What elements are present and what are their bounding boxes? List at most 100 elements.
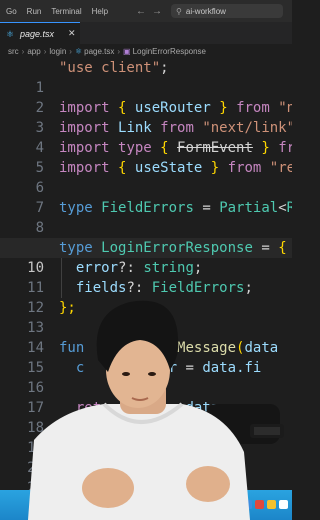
token-property: .fi [236,360,262,376]
token-keyword: fun [59,340,85,356]
code-line[interactable]: 9 [0,218,292,256]
token-keyword: import [59,120,110,136]
token-brace: { [118,100,127,116]
tsx-file-icon: ⚛ [74,46,83,56]
token-operator: ?: [118,260,135,276]
token-operator: = [202,200,211,216]
menu-help[interactable]: Help [87,7,113,16]
token-keyword: n [168,440,178,456]
breadcrumb-src[interactable]: src [8,47,19,56]
breadcrumb: src › app › login › ⚛ page.tsx › ▣ Login… [0,44,292,58]
token-brace: }; [59,300,76,316]
menu-bar: Go Run Terminal Help ← → ⚲ ai-workflow [0,0,292,23]
chevron-right-icon: › [69,46,72,56]
token-semicolon: ; [160,60,169,76]
menu-run[interactable]: Run [22,7,47,16]
tab-bar: ⚛ page.tsx ✕ [0,22,292,45]
breadcrumb-symbol[interactable]: LoginErrorResponse [133,47,206,56]
code-line-active[interactable]: 10 type LoginErrorResponse = { [0,238,292,276]
code-editor[interactable]: 1 "use client"; 2 3 import { useRouter }… [0,58,292,520]
token-identifier: Link [118,120,152,136]
code-line[interactable]: 8 type FieldErrors = Partial<Re [0,198,292,236]
forward-arrow-icon[interactable]: → [149,6,165,17]
token-property: fields [75,280,127,296]
token-semicolon: ; [244,280,253,296]
code-line[interactable]: 12 fields?: FieldErrors; [0,278,292,316]
code-line[interactable]: 6 import { useState } from "re [0,158,292,196]
token-string: "use client" [59,60,161,76]
code-line[interactable]: 3 import { useRouter } from "ne [0,98,292,136]
tray-app-icon[interactable] [255,500,264,509]
token-string: "next/link" [202,120,292,136]
token-type: FieldErrors [151,280,245,296]
token-type: LoginErrorResponse [101,240,253,256]
code-line[interactable]: 14 [0,318,292,356]
tray-app-icon[interactable] [243,500,252,509]
tsx-file-icon: ⚛ [6,28,15,39]
token-operator: = [261,240,270,256]
token-keyword: import [59,160,110,176]
breadcrumb-login[interactable]: login [49,47,66,56]
code-line[interactable]: 4 import Link from "next/link" [0,118,292,156]
token-keyword: type [59,200,93,216]
tray-app-icon[interactable] [267,500,276,509]
token-type: FieldErrors [101,200,194,216]
tab-page-tsx[interactable]: ⚛ page.tsx ✕ [0,22,80,44]
symbol-type-icon: ▣ [123,46,131,56]
token-property: error [75,260,119,276]
token-keyword: type [118,140,152,156]
menu-terminal[interactable]: Terminal [46,7,86,16]
token-keyword: import [59,140,110,156]
code-line[interactable]: 11 error?: string; [0,258,292,296]
code-line[interactable]: 5 import type { FormEvent } fr [0,138,292,176]
system-tray [231,500,288,509]
token-identifier: useState [134,160,203,176]
code-line[interactable]: 18 ret data [0,398,292,436]
back-arrow-icon[interactable]: ← [133,6,149,17]
code-line[interactable]: 20 n Login [0,438,292,476]
code-line[interactable]: 7 [0,178,292,216]
breadcrumb-app[interactable]: app [27,47,40,56]
tray-app-icon[interactable] [231,500,240,509]
search-text: ai-workflow [185,6,226,16]
code-line[interactable]: 21 uter() [0,458,292,496]
token-type: string [143,260,194,276]
token-operator: ?: [126,280,144,296]
search-icon: ⚲ [176,6,182,16]
token-function: Login [185,440,228,456]
token-keyword: type [59,240,93,256]
token-string: "ne [278,100,292,116]
token-parameter: data [244,340,279,356]
chevron-right-icon: › [21,46,25,56]
token-identifier: data [202,360,237,376]
token-keyword: fr [278,140,292,156]
code-line[interactable]: 13 }; [0,298,292,336]
token-brace: } [261,140,270,156]
token-keyword: from [160,120,194,136]
close-icon[interactable]: ✕ [68,28,76,39]
token-deprecated: FormEvent [177,140,253,156]
token-brace: { [118,160,127,176]
token-semicolon: ; [193,260,203,276]
code-line[interactable]: 17 [0,378,292,416]
code-line[interactable]: 15 fun rrorMessage(data [0,338,292,376]
token-keyword: from [227,160,262,176]
tab-label: page.tsx [20,28,55,39]
token-brace: { [160,140,169,156]
token-type: Partial [219,200,279,216]
code-line[interactable]: 16 c Error = data.fi [0,358,292,396]
chevron-right-icon: › [43,46,47,56]
menu-go[interactable]: Go [0,7,22,16]
tray-app-icon[interactable] [279,500,288,509]
code-line[interactable]: 19 [0,418,292,456]
token-brace: } [219,100,228,116]
token-keyword: ret [75,400,102,416]
token-function: uter() [185,460,237,476]
code-line[interactable]: 2 [0,78,292,116]
token-keyword: import [59,100,110,116]
code-line[interactable]: 1 "use client"; [0,58,292,96]
token-type: Re [286,200,292,216]
breadcrumb-file[interactable]: page.tsx [84,47,114,56]
chevron-right-icon: › [117,46,121,56]
command-center-search[interactable]: ⚲ ai-workflow [171,4,284,18]
